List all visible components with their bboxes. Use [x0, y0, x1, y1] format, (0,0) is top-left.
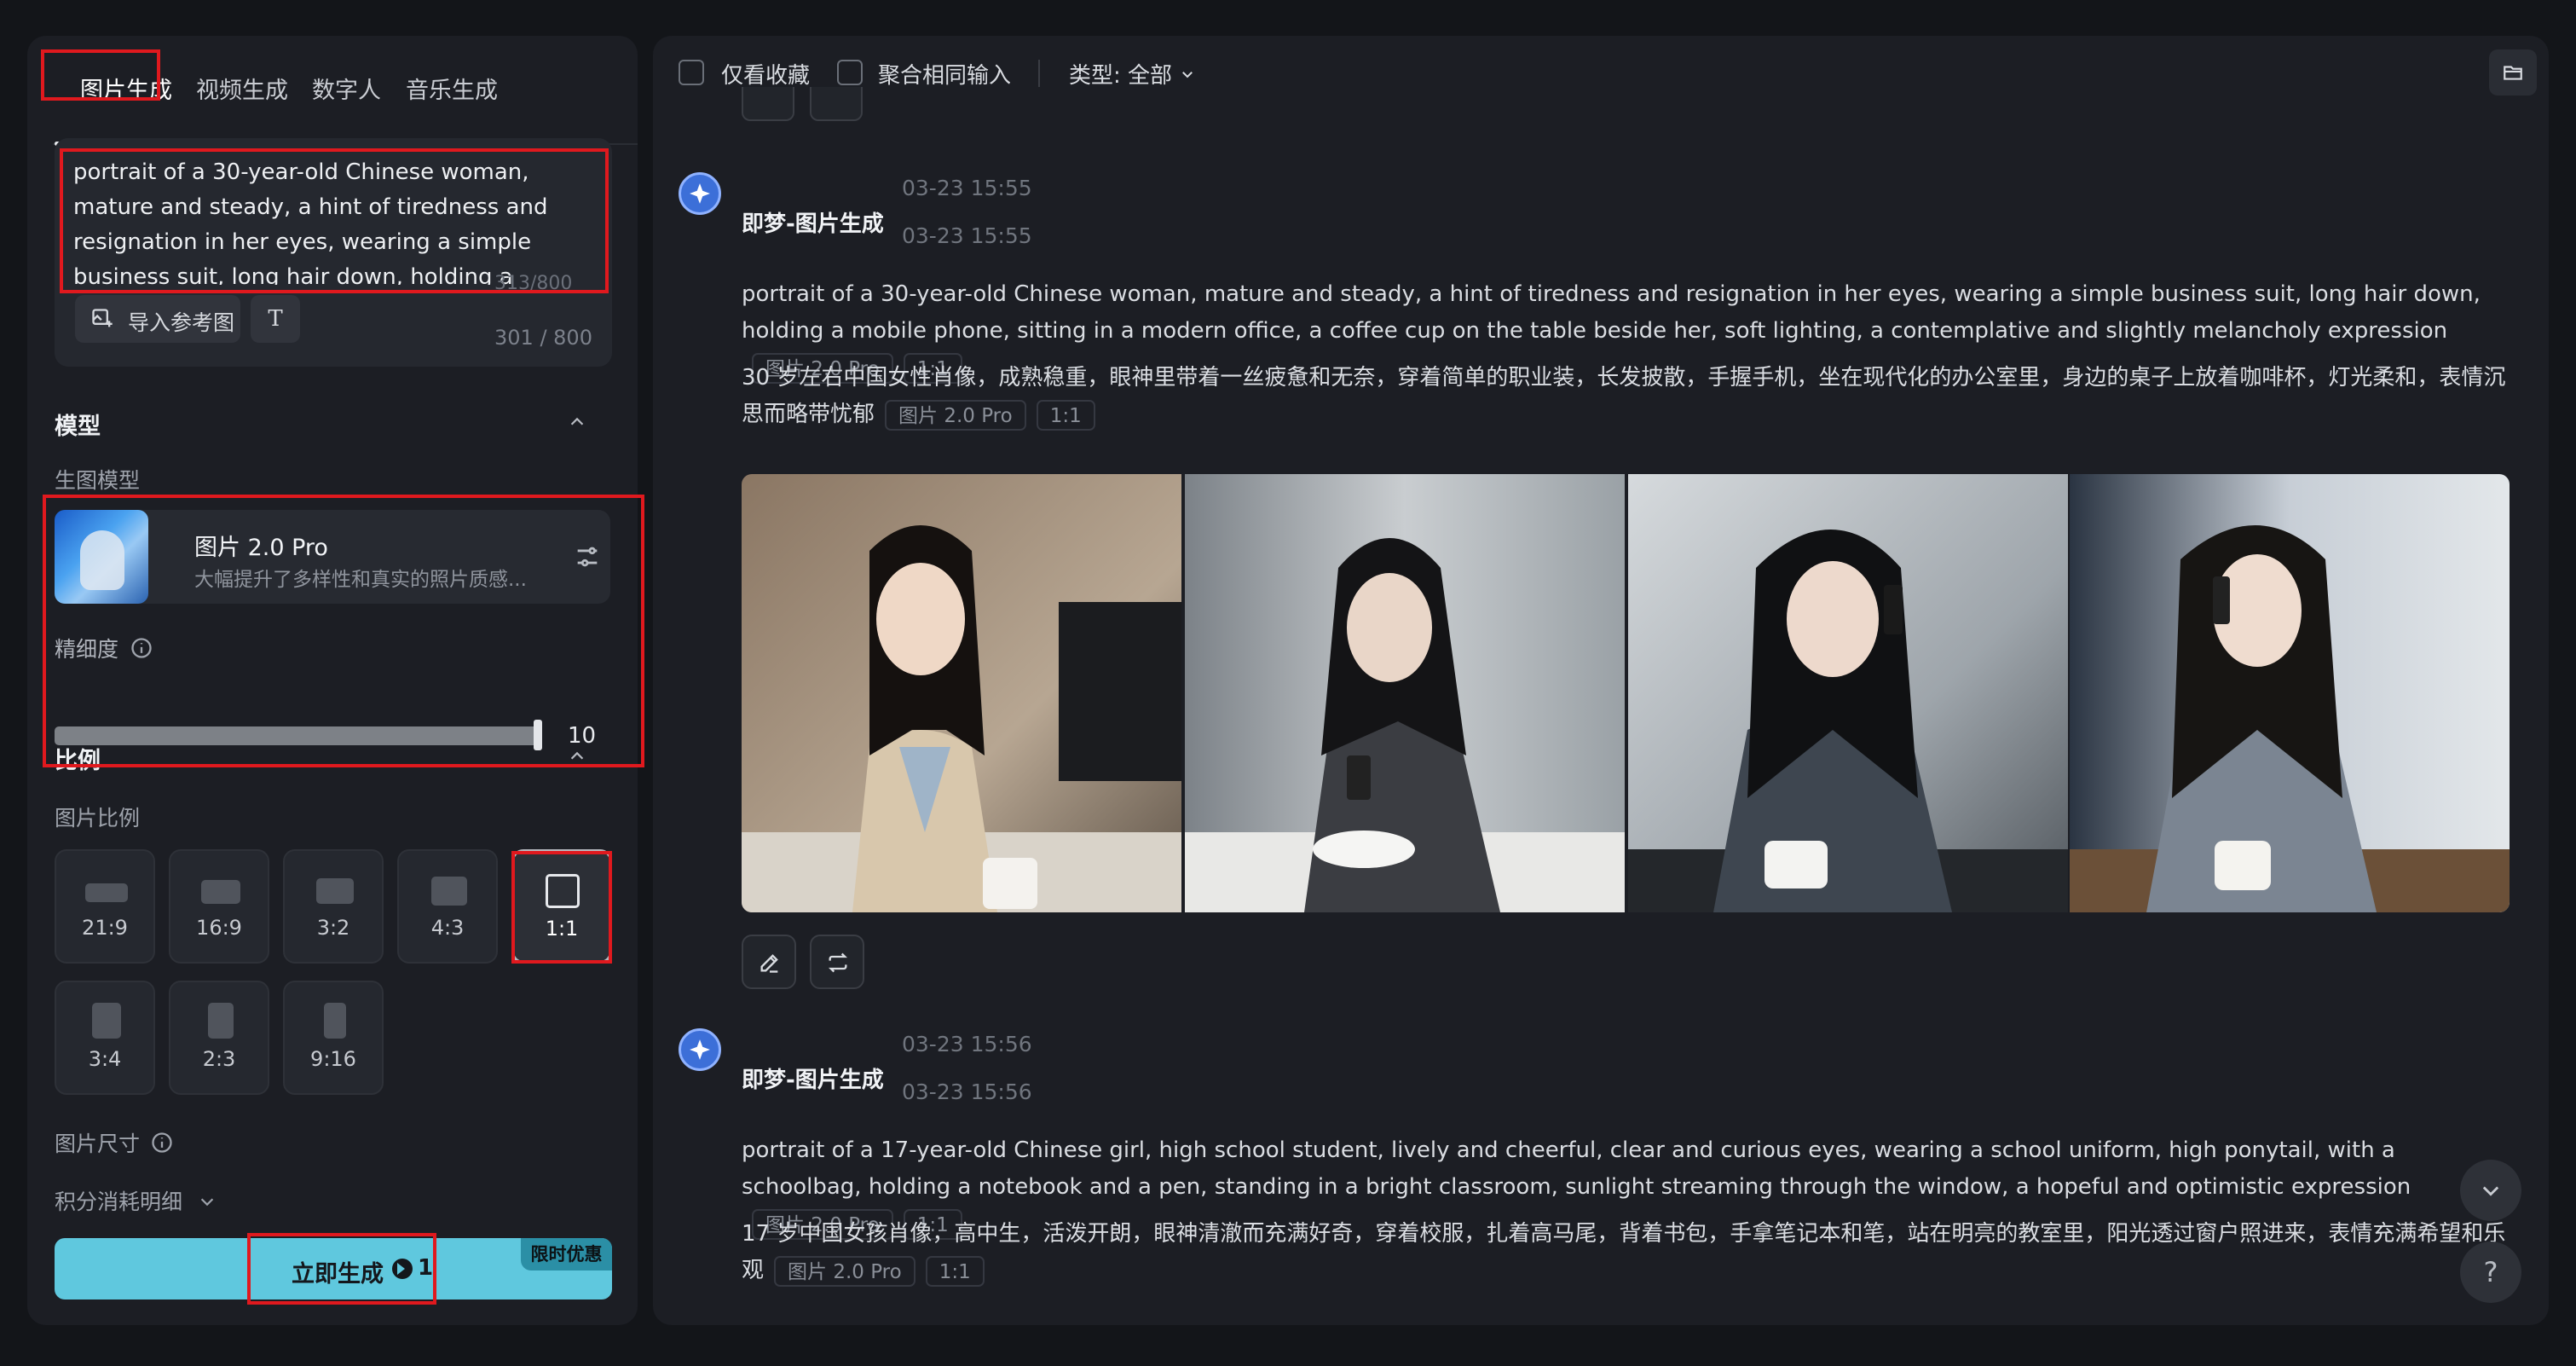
model-chip: 图片 2.0 Pro	[885, 399, 1026, 431]
prompt-char-count: 301 / 800	[494, 326, 592, 350]
ratio-option-3-2[interactable]: 3:2	[283, 849, 384, 964]
model-selector[interactable]: 图片 2.0 Pro 大幅提升了多样性和真实的照片质感...	[55, 510, 610, 604]
edit-button[interactable]	[742, 935, 796, 989]
message-timestamp: 03-23 15:55	[902, 223, 1032, 248]
help-label: ?	[2483, 1256, 2498, 1288]
tab-video-generation[interactable]: 视频生成	[196, 72, 288, 105]
ratio-section-title: 比例	[55, 748, 101, 774]
generated-image[interactable]	[742, 474, 1181, 912]
message-sender: 即梦-图片生成	[742, 1068, 884, 1093]
mode-tabs: 图片生成 视频生成 数字人 音乐生成	[53, 49, 638, 145]
prompt-chinese: 30 岁左右中国女性肖像，成熟稳重，眼神里带着一丝疲惫和无奈，穿着简单的职业装，…	[742, 360, 2515, 433]
promo-badge: 限时优惠	[521, 1238, 612, 1270]
image-model-label: 生图模型	[55, 468, 141, 493]
message-timestamp: 03-23 15:56	[902, 1079, 1032, 1104]
generate-label: 立即生成	[292, 1261, 384, 1288]
import-reference-image-button[interactable]: 导入参考图	[75, 295, 240, 343]
detail-slider-track[interactable]	[55, 726, 542, 745]
detail-value: 10	[568, 723, 597, 749]
regenerate-button[interactable]	[810, 935, 864, 989]
image-size-label: 图片尺寸	[55, 1132, 141, 1156]
ratio-option-21-9[interactable]: 21:9	[55, 849, 155, 964]
image-plus-icon	[92, 309, 113, 327]
sliders-icon[interactable]	[573, 542, 602, 571]
tab-digital-human[interactable]: 数字人	[312, 72, 381, 105]
prompt-input[interactable]: portrait of a 30-year-old Chinese woman,…	[73, 155, 585, 285]
prompt-chinese: 17 岁中国女孩肖像，高中生，活泼开朗，眼神清澈而充满好奇，穿着校服，扎着高马尾…	[742, 1216, 2515, 1289]
generated-image-grid	[742, 474, 2510, 912]
merge-label[interactable]: 聚合相同输入	[878, 58, 1011, 90]
generated-image[interactable]	[2070, 474, 2510, 912]
ratio-chip: 1:1	[1036, 399, 1095, 431]
text-format-button[interactable]: T	[251, 295, 300, 343]
merge-checkbox[interactable]	[837, 60, 863, 85]
message-timestamp: 03-23 15:56	[902, 1032, 1032, 1056]
toolbar-divider	[1038, 60, 1040, 87]
message-timestamp: 03-23 15:55	[902, 176, 1032, 200]
import-reference-label: 导入参考图	[128, 310, 235, 335]
generated-image[interactable]	[1185, 474, 1625, 912]
detail-slider-handle[interactable]	[534, 720, 542, 750]
tab-music-generation[interactable]: 音乐生成	[406, 72, 498, 105]
scroll-down-button[interactable]	[2460, 1160, 2521, 1221]
prompt-char-count-overlay: 313/800	[494, 273, 573, 294]
sparkle-icon	[690, 1039, 710, 1060]
message-sender: 即梦-图片生成	[742, 211, 884, 237]
chevron-up-icon[interactable]	[568, 747, 586, 766]
folder-icon	[2504, 66, 2522, 80]
image-ratio-label: 图片比例	[55, 806, 141, 831]
assistant-avatar	[679, 1028, 721, 1071]
ratio-option-3-4[interactable]: 3:4	[55, 981, 155, 1095]
repeat-icon	[829, 952, 847, 973]
favorites-label[interactable]: 仅看收藏	[721, 58, 810, 90]
chevron-down-icon[interactable]	[198, 1192, 217, 1211]
pencil-icon	[760, 954, 778, 973]
generate-cost: 1	[418, 1255, 434, 1281]
edit-button-partial[interactable]	[742, 87, 794, 121]
model-description: 大幅提升了多样性和真实的照片质感...	[194, 569, 527, 591]
favorites-checkbox[interactable]	[679, 60, 704, 85]
generation-panel: 图片生成 视频生成 数字人 音乐生成 portrait of a 30-year…	[27, 36, 644, 1325]
type-filter[interactable]: 类型: 全部	[1069, 58, 1172, 90]
ratio-option-2-3[interactable]: 2:3	[169, 981, 269, 1095]
model-section-title: 模型	[55, 414, 101, 440]
ratio-option-16-9[interactable]: 16:9	[169, 849, 269, 964]
generated-image[interactable]	[1628, 474, 2068, 912]
ratio-option-9-16[interactable]: 9:16	[283, 981, 384, 1095]
assistant-avatar	[679, 172, 721, 215]
folder-button[interactable]	[2489, 49, 2537, 96]
cost-details-toggle[interactable]: 积分消耗明细	[55, 1185, 182, 1216]
chevron-up-icon[interactable]	[568, 413, 586, 431]
credit-icon	[392, 1259, 413, 1279]
history-toolbar: 仅看收藏 聚合相同输入 类型: 全部	[653, 36, 2549, 107]
tab-image-generation[interactable]: 图片生成	[80, 72, 172, 105]
help-button[interactable]: ?	[2460, 1242, 2521, 1303]
detail-label: 精细度	[55, 637, 119, 662]
info-icon	[131, 638, 152, 658]
sparkle-icon	[690, 183, 710, 204]
history-panel: 仅看收藏 聚合相同输入 类型: 全部 03-23 15:55 即梦-图片生成 0…	[653, 36, 2549, 1325]
ratio-option-1-1[interactable]: 1:1	[511, 849, 612, 964]
ratio-option-4-3[interactable]: 4:3	[397, 849, 498, 964]
model-chip: 图片 2.0 Pro	[774, 1255, 915, 1287]
ratio-chip: 1:1	[925, 1255, 985, 1287]
info-icon	[152, 1132, 172, 1153]
regenerate-button-partial[interactable]	[810, 87, 863, 121]
chevron-down-icon	[2482, 1186, 2499, 1196]
model-thumbnail	[55, 510, 148, 604]
chevron-down-icon[interactable]	[1180, 67, 1195, 82]
model-name: 图片 2.0 Pro	[194, 535, 328, 561]
